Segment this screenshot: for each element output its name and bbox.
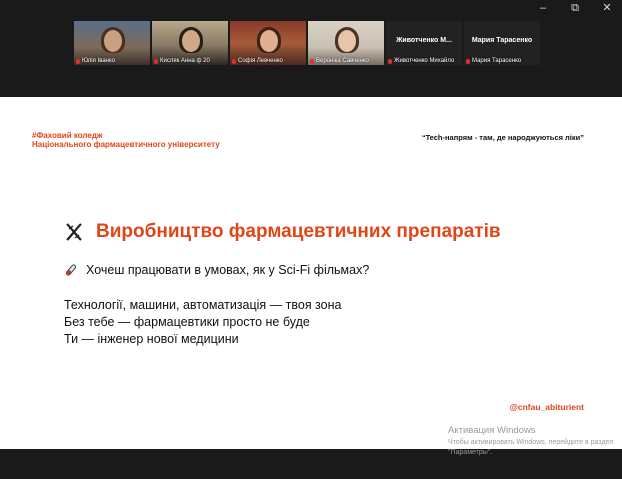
college-line-2: Національного фармацевтичного університе…	[32, 140, 220, 149]
minimize-button[interactable]: –	[536, 2, 550, 14]
activation-title: Активация Windows	[448, 425, 536, 436]
motto: “Tech-напрям - там, де народжуються ліки…	[421, 133, 584, 142]
body-line: Ти — інженер нової медицини	[64, 332, 239, 346]
close-button[interactable]: ✕	[600, 2, 614, 14]
question-row: Хочеш працювати в умовах, як у Sci-Fi фі…	[64, 263, 369, 277]
slide-question: Хочеш працювати в умовах, як у Sci-Fi фі…	[86, 263, 370, 277]
body-line: Без тебе — фармацевтики просто не буде	[64, 315, 310, 329]
body-line: Технології, машини, автоматизація — твоя…	[64, 298, 342, 312]
participant-tile[interactable]: Юлія Іванко	[74, 21, 150, 65]
muted-mic-icon	[466, 58, 470, 64]
muted-mic-icon	[310, 58, 314, 64]
participant-tile[interactable]: Кисляк Анна ф 20	[152, 21, 228, 65]
test-tube-icon	[65, 263, 77, 276]
participant-name: Мария Тарасенко	[472, 58, 522, 64]
participant-name: Юлія Іванко	[82, 58, 116, 64]
participant-name: Животченко Михайло	[394, 58, 455, 64]
participant-tile[interactable]: Софія Левченко	[230, 21, 306, 65]
participant-name: Вероніка Савченко	[316, 58, 369, 64]
participant-display-name: Мария Тарасенко	[471, 37, 533, 44]
social-handle: @cnfau_abiturient	[509, 402, 584, 412]
slide-title: Виробництво фармацевтичних препаратів	[96, 221, 501, 242]
participant-name: Софія Левченко	[238, 58, 283, 64]
participant-strip: Юлія Іванко Кисляк Анна ф 20 Софія Левче…	[74, 21, 542, 65]
window-controls: – ⧉ ✕	[536, 2, 614, 14]
muted-mic-icon	[232, 58, 236, 64]
participant-display-name: Животченко М...	[396, 37, 452, 44]
shared-slide: #Фаховий коледж Національного фармацевти…	[0, 97, 622, 449]
college-name: #Фаховий коледж Національного фармацевти…	[32, 131, 220, 149]
participant-tile[interactable]: Животченко М... Животченко Михайло	[386, 21, 462, 65]
windows-activation-watermark: Активация Windows Чтобы активировать Win…	[448, 426, 618, 458]
muted-mic-icon	[154, 58, 158, 64]
dna-icon	[66, 223, 82, 241]
muted-mic-icon	[388, 58, 392, 64]
slide-body: Технології, машини, автоматизація — твоя…	[64, 297, 341, 348]
maximize-button[interactable]: ⧉	[568, 2, 582, 14]
slide-title-row: Виробництво фармацевтичних препаратів	[64, 221, 501, 243]
college-line-1: #Фаховий коледж	[32, 131, 103, 140]
activation-subtitle: Чтобы активировать Windows, перейдите в …	[448, 439, 614, 456]
muted-mic-icon	[76, 58, 80, 64]
participant-tile-active-speaker[interactable]: Вероніка Савченко	[308, 21, 384, 65]
participant-tile[interactable]: Мария Тарасенко Мария Тарасенко	[464, 21, 540, 65]
participant-name: Кисляк Анна ф 20	[160, 58, 210, 64]
